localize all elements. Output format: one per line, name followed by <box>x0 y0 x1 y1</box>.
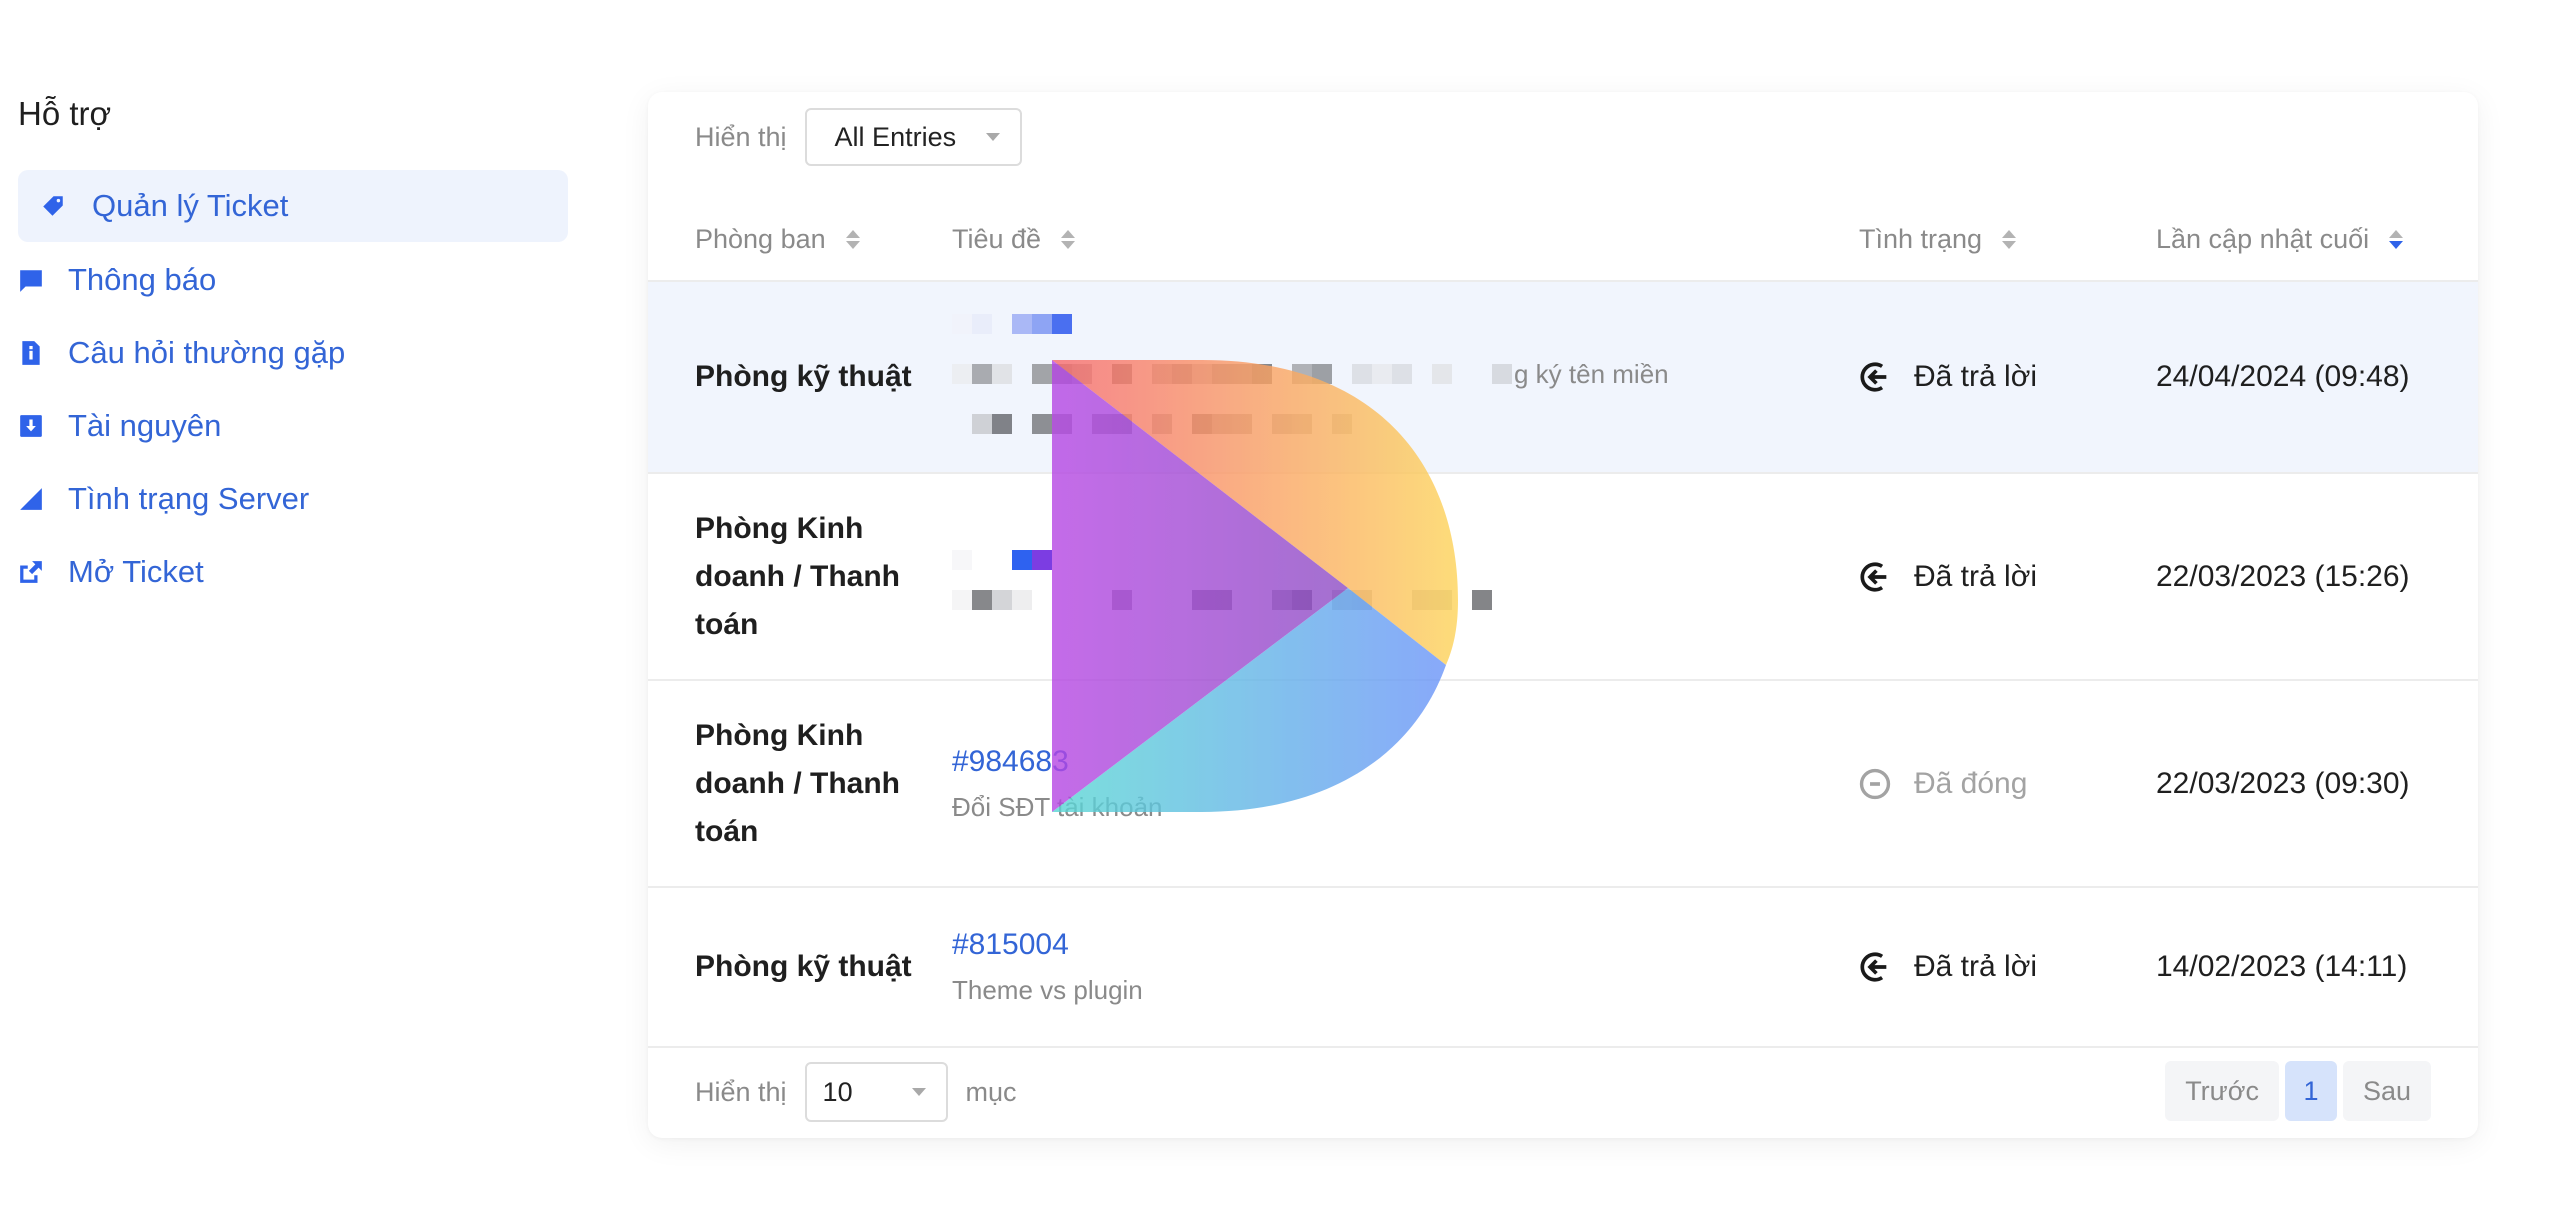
last-updated-cell: 24/04/2024 (09:48) <box>2156 360 2410 393</box>
last-updated-cell: 22/03/2023 (09:30) <box>2156 766 2410 800</box>
column-label: Lần cập nhật cuối <box>2156 223 2370 254</box>
external-link-icon <box>18 559 44 585</box>
status-cell: Đã đóng <box>1858 681 2027 886</box>
department-cell: Phòng kỹ thuật <box>695 360 912 393</box>
status-cell: Đã trả lời <box>1858 474 2037 679</box>
sort-icon <box>845 229 860 249</box>
sidebar-item-label: Mở Ticket <box>68 553 204 589</box>
ticket-id-link[interactable]: #815004 <box>952 922 1069 968</box>
reply-icon <box>1858 360 1892 394</box>
page-button-current[interactable]: 1 <box>2284 1061 2337 1121</box>
sidebar-item-label: Quản lý Ticket <box>92 188 289 223</box>
play-d-logo-icon <box>1052 360 1458 812</box>
table-row[interactable]: Phòng Kinh doanh / Thanh toán Đã trả lời… <box>648 474 2478 681</box>
department-cell: Phòng kỹ thuật <box>695 950 912 983</box>
sort-icon <box>2002 229 2017 249</box>
sidebar-item-label: Thông báo <box>68 261 217 297</box>
sidebar-item-faq[interactable]: Câu hỏi thường gặp <box>18 316 568 389</box>
status-text: Đã trả lời <box>1914 950 2038 983</box>
show-label: Hiển thị <box>695 121 787 152</box>
status-cell: Đã trả lời <box>1858 282 2037 472</box>
entries-filter: Hiển thị All Entries <box>695 108 1022 166</box>
department-cell: Phòng Kinh doanh / Thanh toán <box>695 511 900 641</box>
sidebar-item-resources[interactable]: Tài nguyên <box>18 389 568 462</box>
sidebar-item-open-ticket[interactable]: Mở Ticket <box>18 535 568 608</box>
sort-desc-icon <box>2389 229 2404 249</box>
sidebar-title: Hỗ trợ <box>18 95 112 132</box>
reply-icon <box>1858 950 1892 984</box>
prev-page-button[interactable]: Trước <box>2165 1061 2279 1121</box>
status-cell: Đã trả lời <box>1858 888 2037 1046</box>
sidebar-item-server-status[interactable]: Tình trạng Server <box>18 462 568 535</box>
entries-filter-value: All Entries <box>834 121 957 152</box>
download-icon <box>18 413 44 439</box>
minus-circle-icon <box>1858 767 1892 801</box>
info-file-icon <box>18 340 44 366</box>
ticket-subject: Theme vs plugin <box>952 975 1143 1005</box>
sidebar-item-label: Tình trạng Server <box>68 480 310 516</box>
status-text: Đã trả lời <box>1914 559 2038 593</box>
column-label: Tình trạng <box>1859 223 1983 254</box>
sidebar: Hỗ trợ Quản lý Ticket Thông báo Câu hỏi … <box>18 90 568 608</box>
tag-icon <box>40 193 66 219</box>
comment-icon <box>18 267 44 293</box>
status-text: Đã đóng <box>1914 766 2028 800</box>
page-size-control: Hiển thị 10 mục <box>695 1062 1017 1122</box>
status-text: Đã trả lời <box>1914 360 2038 393</box>
column-header-department[interactable]: Phòng ban <box>695 196 860 282</box>
column-header-status[interactable]: Tình trạng <box>1859 196 2017 282</box>
sidebar-item-label: Câu hỏi thường gặp <box>68 334 346 370</box>
redacted-ticket-id[interactable] <box>952 314 1072 334</box>
column-header-title[interactable]: Tiêu đề <box>952 196 1076 282</box>
column-label: Phòng ban <box>695 223 826 254</box>
chevron-down-icon <box>911 1088 926 1096</box>
sidebar-item-announcements[interactable]: Thông báo <box>18 243 568 316</box>
reply-icon <box>1858 560 1892 594</box>
sidebar-nav: Quản lý Ticket Thông báo Câu hỏi thường … <box>18 170 568 608</box>
table-footer: Hiển thị 10 mục Trước 1 Sau <box>648 1048 2478 1138</box>
sidebar-item-ticket-management[interactable]: Quản lý Ticket <box>18 170 568 242</box>
table-row[interactable]: Phòng Kinh doanh / Thanh toán #984683 Đổ… <box>648 681 2478 888</box>
column-header-last-updated[interactable]: Lần cập nhật cuối <box>2156 196 2404 282</box>
pagination: Trước 1 Sau <box>2165 1061 2431 1121</box>
chevron-down-icon <box>985 133 1000 141</box>
table-row[interactable]: Phòng kỹ thuật #815004 Theme vs plugin Đ… <box>648 888 2478 1048</box>
entries-filter-select[interactable]: All Entries <box>804 108 1022 166</box>
page-size-select[interactable]: 10 <box>804 1062 948 1122</box>
ticket-table-card: Hiển thị All Entries Phòng ban Tiêu đề T… <box>648 92 2478 1138</box>
next-page-button[interactable]: Sau <box>2342 1061 2431 1121</box>
sidebar-item-label: Tài nguyên <box>68 407 222 443</box>
signal-icon <box>18 486 44 512</box>
table-header: Phòng ban Tiêu đề Tình trạng Lần cập nhậ… <box>648 196 2478 282</box>
subject-text: g ký tên miền <box>1514 359 1669 389</box>
table-row[interactable]: Phòng kỹ thuật g ký tên miền Đã trả lời … <box>648 282 2478 474</box>
last-updated-cell: 22/03/2023 (15:26) <box>2156 559 2410 593</box>
title-cell: #815004 Theme vs plugin <box>952 888 1143 1046</box>
page-size-value: 10 <box>822 1076 853 1107</box>
department-cell: Phòng Kinh doanh / Thanh toán <box>695 718 900 848</box>
show-label: Hiển thị <box>695 1076 787 1107</box>
redacted-ticket-id[interactable] <box>952 549 1052 570</box>
sort-icon <box>1061 229 1076 249</box>
page-size-suffix: mục <box>965 1076 1017 1107</box>
last-updated-cell: 14/02/2023 (14:11) <box>2156 950 2408 983</box>
column-label: Tiêu đề <box>952 223 1042 254</box>
